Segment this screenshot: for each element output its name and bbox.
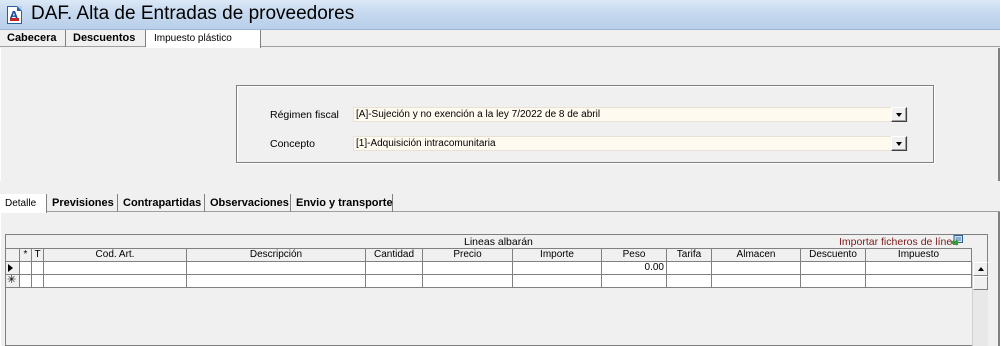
- chevron-down-icon: [896, 113, 902, 117]
- cell-cantidad[interactable]: [366, 262, 423, 275]
- cell-tarifa[interactable]: [667, 262, 712, 275]
- header-descripcion[interactable]: Descripción: [187, 248, 366, 262]
- cell-importe[interactable]: [513, 262, 602, 275]
- grid-vertical-scrollbar[interactable]: [972, 262, 988, 346]
- import-files-link[interactable]: Importar ficheros de línea: [839, 236, 958, 248]
- tab-cabecera[interactable]: Cabecera: [0, 30, 66, 47]
- regimen-fiscal-dropdown-button[interactable]: [891, 107, 907, 122]
- cell-importe[interactable]: [513, 275, 602, 288]
- header-precio[interactable]: Precio: [423, 248, 513, 262]
- new-row-selector[interactable]: ✳: [6, 275, 20, 288]
- cell-almacen[interactable]: [712, 275, 801, 288]
- concepto-combo[interactable]: [1]-Adquisición intracomunitaria: [353, 136, 908, 151]
- header-tarifa[interactable]: Tarifa: [667, 248, 712, 262]
- cell-t[interactable]: [32, 275, 44, 288]
- title-bar: A DAF. Alta de Entradas de proveedores: [0, 0, 1000, 30]
- cell-t[interactable]: [32, 262, 44, 275]
- cell-star[interactable]: [20, 262, 32, 275]
- header-peso[interactable]: Peso: [602, 248, 667, 262]
- scroll-thumb[interactable]: [973, 276, 988, 290]
- tab-contrapartidas[interactable]: Contrapartidas: [118, 194, 205, 212]
- header-row-selector: [6, 248, 20, 262]
- concepto-dropdown-button[interactable]: [891, 136, 907, 151]
- current-row-arrow-icon: [8, 264, 13, 272]
- header-cod-art[interactable]: Cod. Art.: [44, 248, 187, 262]
- window-title: DAF. Alta de Entradas de proveedores: [31, 3, 355, 24]
- impuesto-plastico-group: [236, 85, 934, 163]
- tab-descuentos[interactable]: Descuentos: [66, 30, 146, 47]
- document-app-icon[interactable]: A: [7, 6, 22, 24]
- regimen-fiscal-combo[interactable]: [A]-Sujeción y no exención a la ley 7/20…: [353, 107, 908, 122]
- row-selector[interactable]: [6, 262, 20, 275]
- header-impuesto[interactable]: Impuesto: [866, 248, 972, 262]
- cell-descuento[interactable]: [801, 275, 866, 288]
- tab-impuesto-plastico[interactable]: Impuesto plástico: [146, 30, 261, 48]
- cell-cod-art[interactable]: [44, 275, 187, 288]
- concepto-value: [1]-Adquisición intracomunitaria: [356, 138, 496, 149]
- cell-cantidad[interactable]: [366, 275, 423, 288]
- tab-observaciones[interactable]: Observaciones: [205, 194, 291, 212]
- chevron-down-icon: [896, 142, 902, 146]
- grid-caption: Lineas albarán: [464, 236, 533, 248]
- header-star[interactable]: *: [20, 248, 32, 262]
- header-t[interactable]: T: [32, 248, 44, 262]
- header-almacen[interactable]: Almacen: [712, 248, 801, 262]
- header-importe[interactable]: Importe: [513, 248, 602, 262]
- cell-precio[interactable]: [423, 275, 513, 288]
- import-file-icon[interactable]: [951, 235, 963, 246]
- new-row-asterisk-icon: ✳: [7, 275, 17, 286]
- cell-descripcion[interactable]: [187, 262, 366, 275]
- regimen-fiscal-value: [A]-Sujeción y no exención a la ley 7/20…: [356, 109, 601, 120]
- scroll-up-button[interactable]: [973, 262, 988, 276]
- cell-peso[interactable]: [602, 275, 667, 288]
- top-tab-strip: Cabecera Descuentos Impuesto plástico: [0, 30, 1000, 48]
- cell-precio[interactable]: [423, 262, 513, 275]
- cell-tarifa[interactable]: [667, 275, 712, 288]
- tab-previsiones[interactable]: Previsiones: [47, 194, 118, 212]
- header-cantidad[interactable]: Cantidad: [366, 248, 423, 262]
- cell-descuento[interactable]: [801, 262, 866, 275]
- header-descuento[interactable]: Descuento: [801, 248, 866, 262]
- cell-peso[interactable]: 0.00: [602, 262, 667, 275]
- tab-envio-transporte[interactable]: Envio y transporte: [291, 194, 393, 212]
- cell-impuesto[interactable]: [866, 275, 972, 288]
- concepto-label: Concepto: [270, 138, 315, 150]
- cell-star[interactable]: [20, 275, 32, 288]
- chevron-up-icon: [978, 267, 984, 271]
- cell-cod-art[interactable]: [44, 262, 187, 275]
- cell-almacen[interactable]: [712, 262, 801, 275]
- cell-descripcion[interactable]: [187, 275, 366, 288]
- tab-detalle[interactable]: Detalle: [0, 194, 47, 213]
- detail-tab-strip: Detalle Previsiones Contrapartidas Obser…: [0, 194, 1000, 213]
- regimen-fiscal-label: Régimen fiscal: [270, 109, 339, 121]
- cell-impuesto[interactable]: [866, 262, 972, 275]
